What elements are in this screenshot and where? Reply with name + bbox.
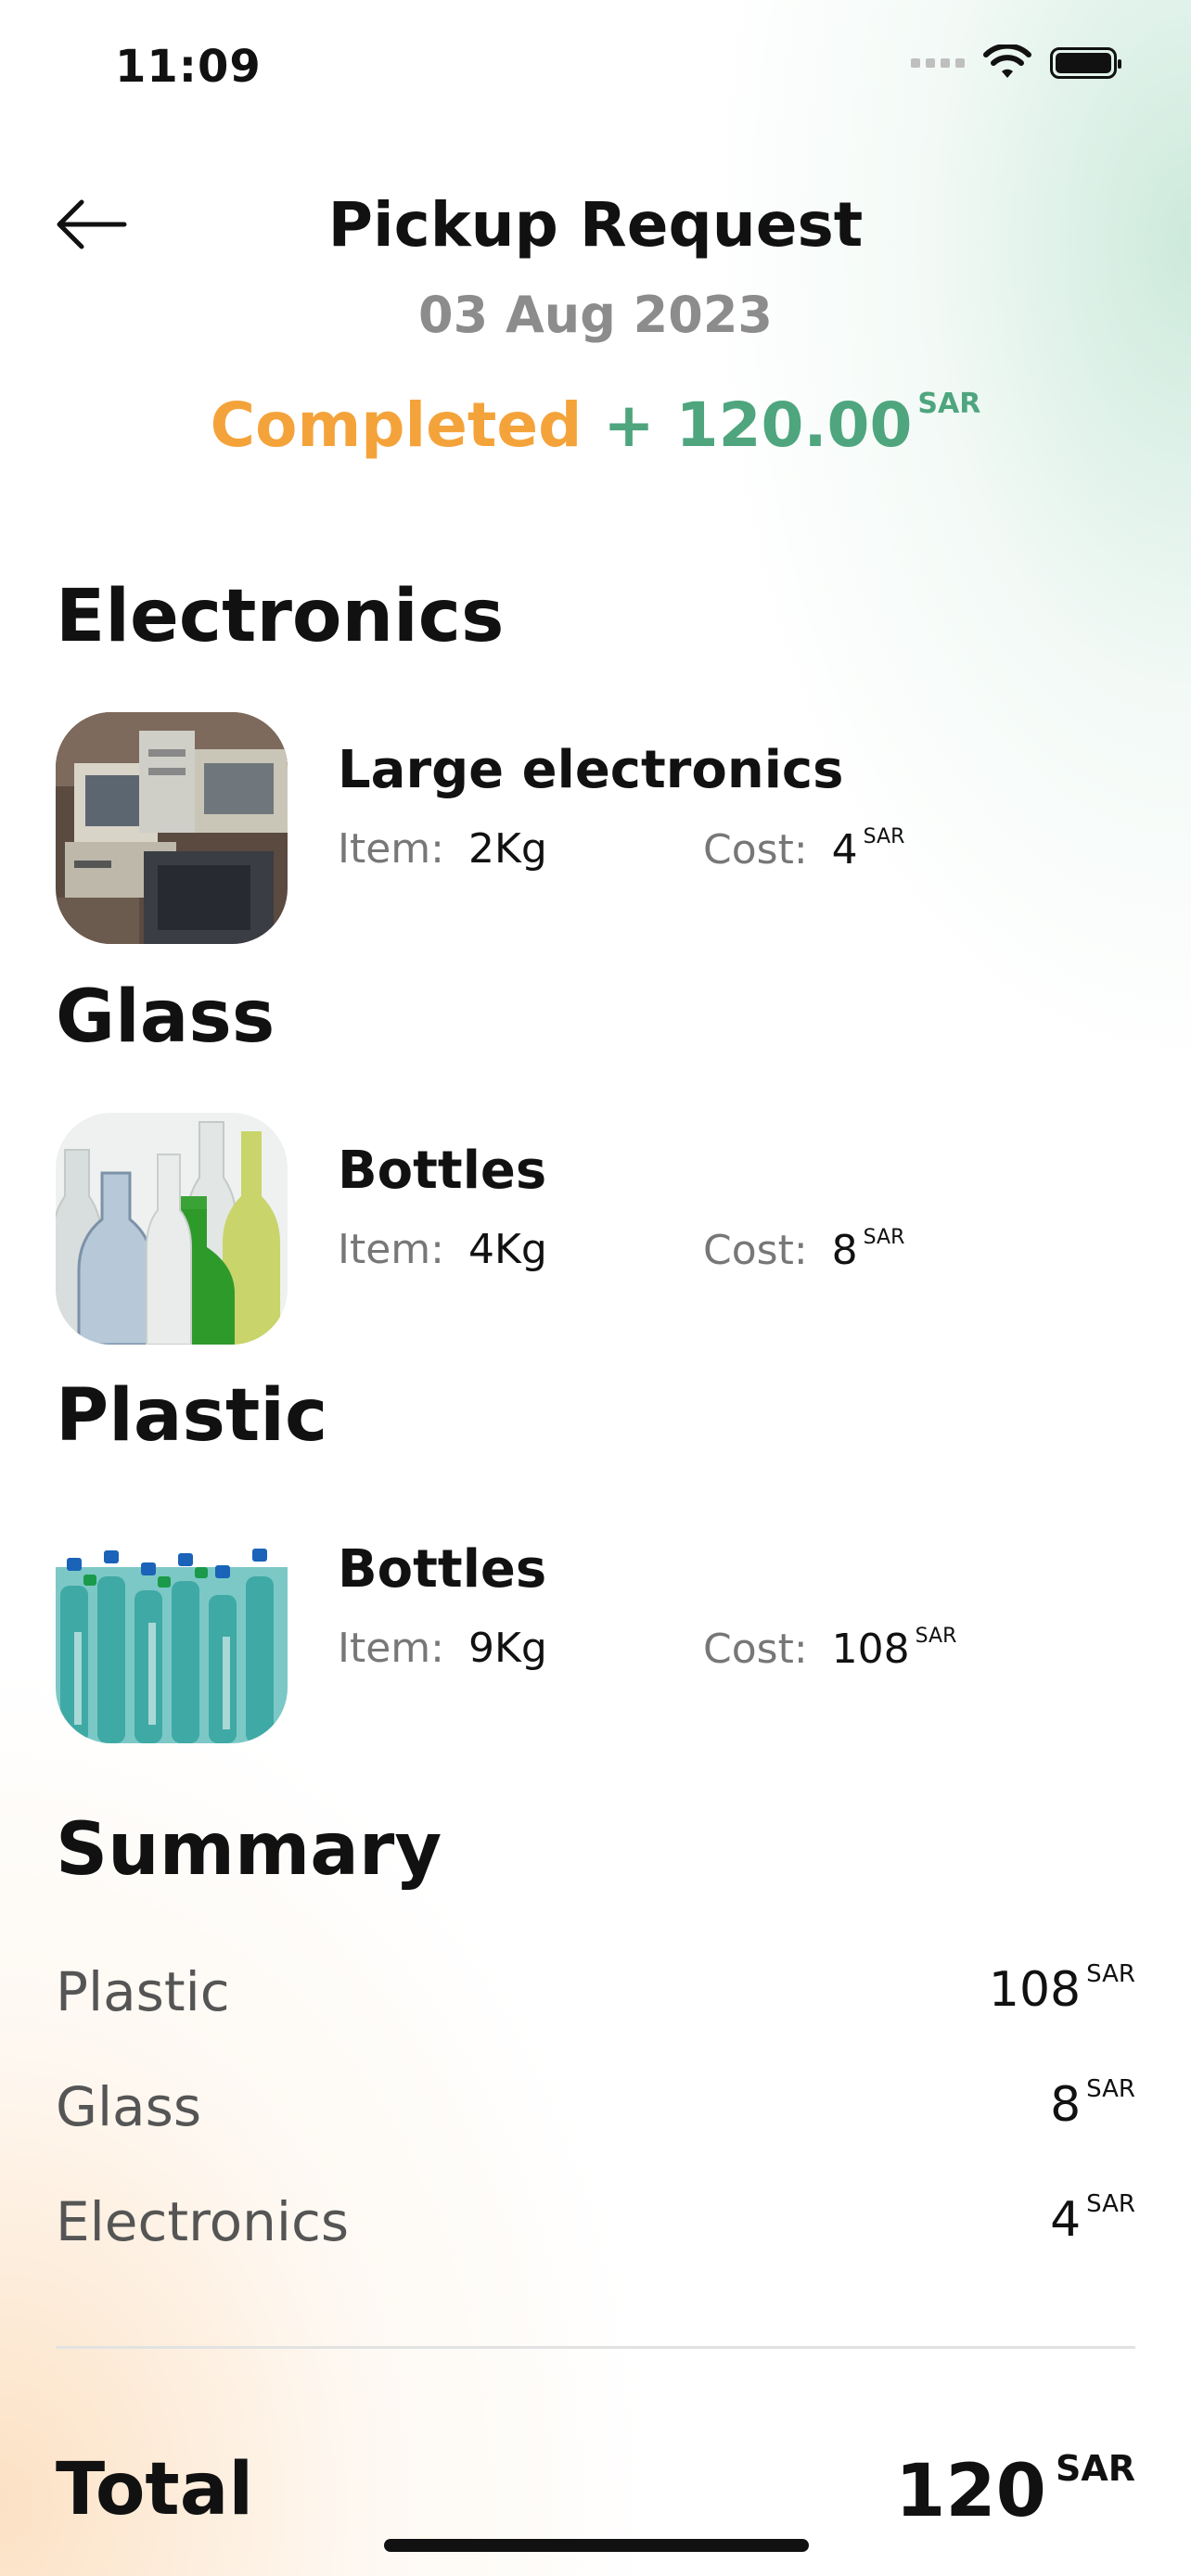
item-cost: Cost: 8 SAR [703, 1226, 904, 1274]
item-weight-value: 2Kg [467, 825, 547, 873]
total-label: Total [56, 2448, 254, 2531]
status-icons [911, 45, 1121, 82]
summary-currency: SAR [1086, 1960, 1135, 1988]
page-title: Pickup Request [327, 189, 864, 261]
item-weight: Item: 2Kg [338, 825, 547, 873]
cellular-signal-icon [911, 58, 965, 68]
category-title-plastic: Plastic [56, 1374, 328, 1458]
summary-amount: 4 [1050, 2192, 1082, 2248]
cost-label: Cost: [703, 1227, 808, 1274]
home-indicator[interactable] [384, 2539, 809, 2552]
item-cost-currency: SAR [863, 1226, 905, 1249]
total-value: 120 SAR [895, 2448, 1135, 2533]
item-weight-value: 4Kg [467, 1226, 547, 1273]
summary-label: Plastic [56, 1960, 230, 2023]
summary-value: 4 SAR [1050, 2190, 1135, 2248]
status-line: Completed + 120.00 SAR [0, 388, 1191, 461]
battery-icon [1050, 47, 1121, 79]
item-name: Bottles [338, 1141, 547, 1201]
summary-value: 108 SAR [989, 1960, 1135, 2018]
item-cost-value: 8 [831, 1227, 858, 1274]
summary-currency: SAR [1086, 2075, 1135, 2103]
item-row-electronics: Large electronics Item: 2Kg Cost: 4 SAR [56, 712, 1135, 944]
summary-title: Summary [56, 1808, 442, 1892]
item-name: Large electronics [338, 740, 844, 800]
wifi-icon [983, 45, 1031, 78]
item-label: Item: [338, 1625, 444, 1672]
summary-amount: 8 [1050, 2077, 1082, 2133]
summary-value: 8 SAR [1050, 2075, 1135, 2133]
item-weight-value: 9Kg [467, 1625, 547, 1672]
summary-currency: SAR [1086, 2190, 1135, 2218]
item-cost-value: 108 [831, 1626, 910, 1673]
category-title-glass: Glass [56, 976, 275, 1059]
status-time: 11:09 [115, 41, 262, 93]
item-cost: Cost: 4 SAR [703, 825, 904, 874]
item-name: Bottles [338, 1539, 547, 1600]
item-row-plastic: Bottles Item: 9Kg Cost: 108 SAR [56, 1511, 1135, 1743]
electronics-image [56, 712, 288, 944]
glass-bottles-image [56, 1113, 288, 1345]
cost-label: Cost: [703, 1626, 808, 1673]
item-cost-currency: SAR [915, 1625, 957, 1648]
item-row-glass: Bottles Item: 4Kg Cost: 8 SAR [56, 1113, 1135, 1345]
summary-amount: 108 [988, 1962, 1082, 2018]
summary-row-glass: Glass 8 SAR [56, 2075, 1135, 2149]
item-cost-value: 4 [831, 826, 858, 874]
item-cost: Cost: 108 SAR [703, 1625, 956, 1673]
total-currency: SAR [1055, 2448, 1135, 2489]
divider [56, 2346, 1135, 2349]
summary-row-plastic: Plastic 108 SAR [56, 1960, 1135, 2034]
item-label: Item: [338, 825, 444, 873]
amount-currency: SAR [917, 388, 981, 420]
category-title-electronics: Electronics [56, 575, 505, 658]
total-amount: 120 [895, 2450, 1046, 2533]
summary-row-electronics: Electronics 4 SAR [56, 2190, 1135, 2264]
plastic-bottles-image [56, 1511, 288, 1743]
request-date: 03 Aug 2023 [418, 286, 773, 344]
summary-label: Electronics [56, 2190, 350, 2253]
cost-label: Cost: [703, 826, 808, 874]
item-label: Item: [338, 1226, 444, 1273]
summary-label: Glass [56, 2075, 202, 2138]
item-cost-currency: SAR [863, 825, 905, 848]
item-weight: Item: 9Kg [338, 1625, 547, 1672]
status-badge: Completed [210, 389, 583, 461]
amount-value: + 120.00 [603, 389, 913, 461]
item-weight: Item: 4Kg [338, 1226, 547, 1273]
